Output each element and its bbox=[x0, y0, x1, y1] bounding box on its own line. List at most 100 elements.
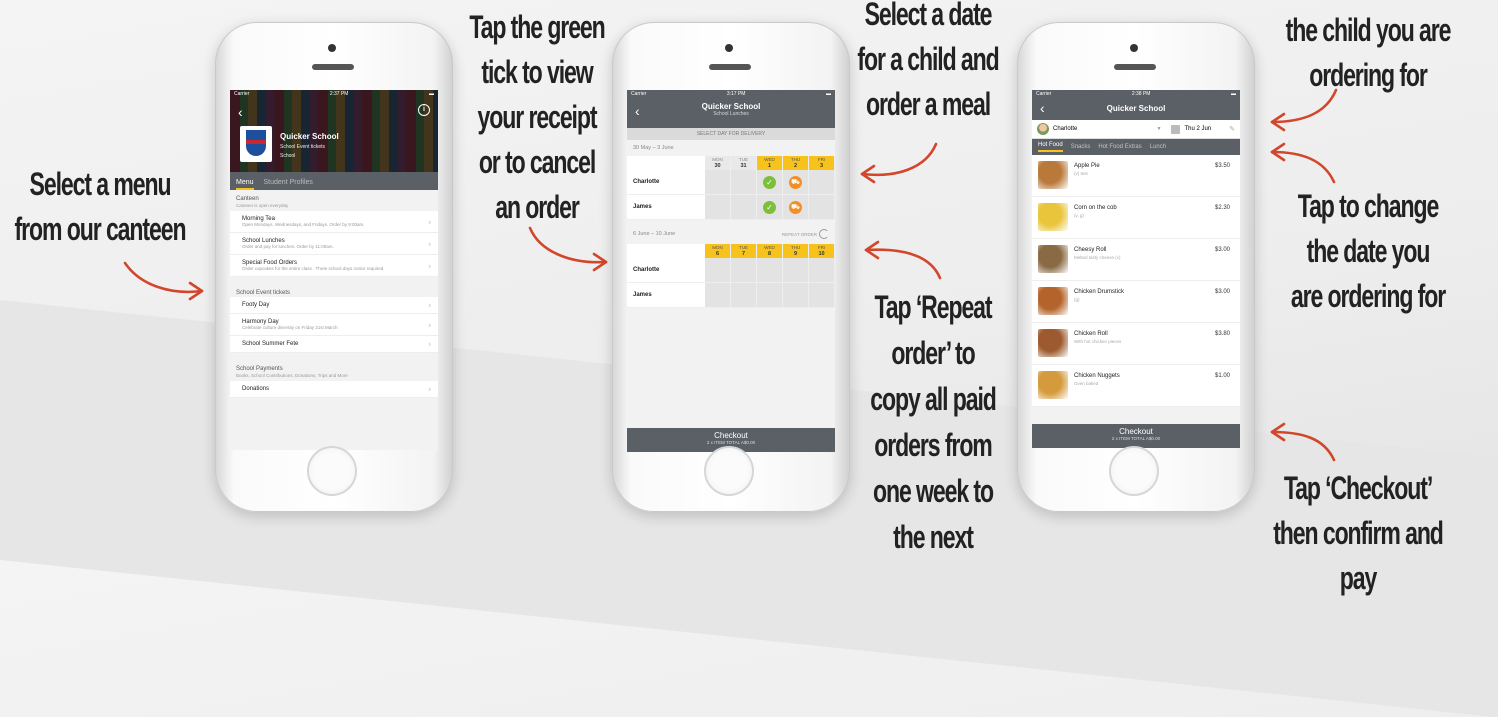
menu-item-summer-fete[interactable]: School Summer Fete › bbox=[230, 336, 438, 353]
order-slot[interactable] bbox=[705, 283, 731, 308]
cart-icon[interactable]: ⛟ bbox=[789, 200, 802, 214]
food-thumbnail bbox=[1038, 329, 1068, 357]
day-header[interactable]: MON 30 bbox=[705, 156, 731, 170]
menu-item-school-lunches[interactable]: School Lunches Order and pay for lunches.… bbox=[230, 233, 438, 255]
day-header[interactable]: WED 1 bbox=[757, 156, 783, 170]
order-slot[interactable] bbox=[705, 170, 731, 195]
menu-item-special-food-orders[interactable]: Special Food Orders Order cupcakes for th… bbox=[230, 255, 438, 277]
food-price: $3.50 bbox=[1214, 163, 1230, 169]
date-selector[interactable]: Thu 2 Jun bbox=[1184, 126, 1211, 132]
tab-student-profiles[interactable]: Student Profiles bbox=[264, 179, 313, 190]
food-item[interactable]: Apple Pie (v) test $3.50 bbox=[1032, 155, 1240, 197]
day-header[interactable]: TUE 31 bbox=[731, 156, 757, 170]
menu-item-morning-tea[interactable]: Morning Tea Open Mondays, Wednesdays, and… bbox=[230, 211, 438, 233]
food-thumbnail bbox=[1038, 245, 1068, 273]
order-slot[interactable] bbox=[731, 170, 757, 195]
order-slot[interactable] bbox=[757, 258, 783, 283]
food-desc: (g) bbox=[1074, 297, 1080, 302]
chevron-right-icon: › bbox=[428, 384, 431, 394]
callout-green-tick: Tap the green tick to view your receipt or … bbox=[469, 9, 605, 225]
section-title: School Event tickets bbox=[236, 290, 291, 296]
day-header[interactable]: MON 6 bbox=[705, 244, 731, 258]
order-slot[interactable] bbox=[783, 258, 809, 283]
order-slot[interactable]: ⛟ bbox=[783, 195, 809, 220]
tab-lunch[interactable]: Lunch bbox=[1150, 144, 1166, 150]
back-icon[interactable]: ‹ bbox=[238, 104, 243, 120]
menu-item-footy-day[interactable]: Footy Day › bbox=[230, 297, 438, 314]
back-icon[interactable]: ‹ bbox=[635, 104, 640, 118]
speaker bbox=[709, 64, 751, 70]
callout-change-date: Tap to change the date you are ordering fo… bbox=[1290, 188, 1446, 314]
day-header[interactable]: WED 8 bbox=[757, 244, 783, 258]
food-price: $3.00 bbox=[1214, 289, 1230, 295]
phone-food-menu: Carrier 2:38 PM ▬ ‹ Quicker School Charlot… bbox=[1017, 22, 1255, 512]
order-slot[interactable] bbox=[731, 258, 757, 283]
week-range: 6 June – 10 June REPEAT ORDER bbox=[627, 224, 835, 244]
cart-icon[interactable]: ⛟ bbox=[789, 175, 802, 189]
chevron-right-icon: › bbox=[428, 339, 431, 349]
chevron-right-icon: › bbox=[428, 239, 431, 248]
home-button[interactable] bbox=[704, 446, 754, 496]
day-header[interactable]: THU 2 bbox=[783, 156, 809, 170]
checkout-button[interactable]: Checkout 2 x ITEM TOTAL A$0.00 bbox=[1032, 424, 1240, 448]
grid-corner bbox=[627, 156, 705, 170]
chevron-down-icon[interactable]: ▼ bbox=[1156, 126, 1161, 132]
home-button[interactable] bbox=[1109, 446, 1159, 496]
food-desc: (v, g) bbox=[1074, 213, 1084, 218]
school-subtitle: School Event tickets bbox=[280, 144, 326, 150]
day-header[interactable]: FRI 10 bbox=[809, 244, 835, 258]
calendar-icon[interactable] bbox=[1171, 124, 1181, 134]
order-slot[interactable]: ✓ bbox=[757, 170, 783, 195]
tab-hot-food[interactable]: Hot Food bbox=[1038, 142, 1063, 152]
back-icon[interactable]: ‹ bbox=[1040, 101, 1045, 115]
tab-menu[interactable]: Menu bbox=[236, 179, 254, 190]
day-header[interactable]: TUE 7 bbox=[731, 244, 757, 258]
tab-hot-food-extras[interactable]: Hot Food Extras bbox=[1098, 144, 1141, 150]
order-slot[interactable] bbox=[705, 195, 731, 220]
edit-icon[interactable]: ✎ bbox=[1229, 125, 1235, 133]
child-name: James bbox=[627, 283, 705, 308]
order-slot[interactable] bbox=[809, 258, 835, 283]
order-slot[interactable] bbox=[731, 283, 757, 308]
order-slot[interactable] bbox=[705, 258, 731, 283]
child-selector[interactable]: Charlotte bbox=[1053, 126, 1077, 132]
order-slot[interactable] bbox=[809, 170, 835, 195]
callout-child: the child you are ordering for bbox=[1285, 12, 1452, 93]
day-header[interactable]: FRI 3 bbox=[809, 156, 835, 170]
order-slot[interactable]: ⛟ bbox=[783, 170, 809, 195]
arrow-menu bbox=[123, 261, 204, 301]
food-name: Cheesy Roll bbox=[1074, 247, 1107, 253]
green-tick-icon[interactable]: ✓ bbox=[763, 175, 776, 189]
callout-select-menu: Select a menu from our canteen bbox=[14, 166, 187, 247]
food-item[interactable]: Cheesy Roll Melted tasty cheese (v) $3.00 bbox=[1032, 239, 1240, 281]
menu-item-donations[interactable]: Donations › bbox=[230, 381, 438, 398]
child-name: Charlotte bbox=[627, 258, 705, 283]
tab-bar: Menu Student Profiles bbox=[230, 172, 438, 190]
food-item[interactable]: Corn on the cob (v, g) $2.30 bbox=[1032, 197, 1240, 239]
menu-item-harmony-day[interactable]: Harmony Day Celebrate culture diversity o… bbox=[230, 314, 438, 336]
day-header[interactable]: THU 9 bbox=[783, 244, 809, 258]
speaker bbox=[1114, 64, 1156, 70]
order-slot[interactable] bbox=[809, 283, 835, 308]
order-slot[interactable] bbox=[809, 195, 835, 220]
status-bar: Carrier 2:37 PM ▬ bbox=[234, 91, 434, 97]
chevron-right-icon: › bbox=[428, 320, 431, 329]
food-item[interactable]: Chicken Drumstick (g) $3.00 bbox=[1032, 281, 1240, 323]
repeat-order-button[interactable]: REPEAT ORDER bbox=[782, 229, 829, 239]
repeat-icon bbox=[819, 229, 829, 239]
order-slot[interactable] bbox=[783, 283, 809, 308]
order-slot[interactable] bbox=[757, 283, 783, 308]
home-button[interactable] bbox=[307, 446, 357, 496]
food-item[interactable]: Chicken Roll With hot chicken pieces $3.80 bbox=[1032, 323, 1240, 365]
info-icon[interactable]: i bbox=[418, 104, 430, 116]
section-title: School Payments bbox=[236, 366, 283, 372]
green-tick-icon[interactable]: ✓ bbox=[763, 200, 776, 214]
food-name: Apple Pie bbox=[1074, 163, 1100, 169]
food-thumbnail bbox=[1038, 371, 1068, 399]
status-bar: Carrier 3:17 PM ▬ bbox=[631, 91, 831, 97]
tab-snacks[interactable]: Snacks bbox=[1071, 144, 1091, 150]
selection-bar: Charlotte ▼ Thu 2 Jun ✎ bbox=[1032, 120, 1240, 139]
food-item[interactable]: Chicken Nuggets Oven baked $1.00 bbox=[1032, 365, 1240, 407]
order-slot[interactable] bbox=[731, 195, 757, 220]
order-slot[interactable]: ✓ bbox=[757, 195, 783, 220]
